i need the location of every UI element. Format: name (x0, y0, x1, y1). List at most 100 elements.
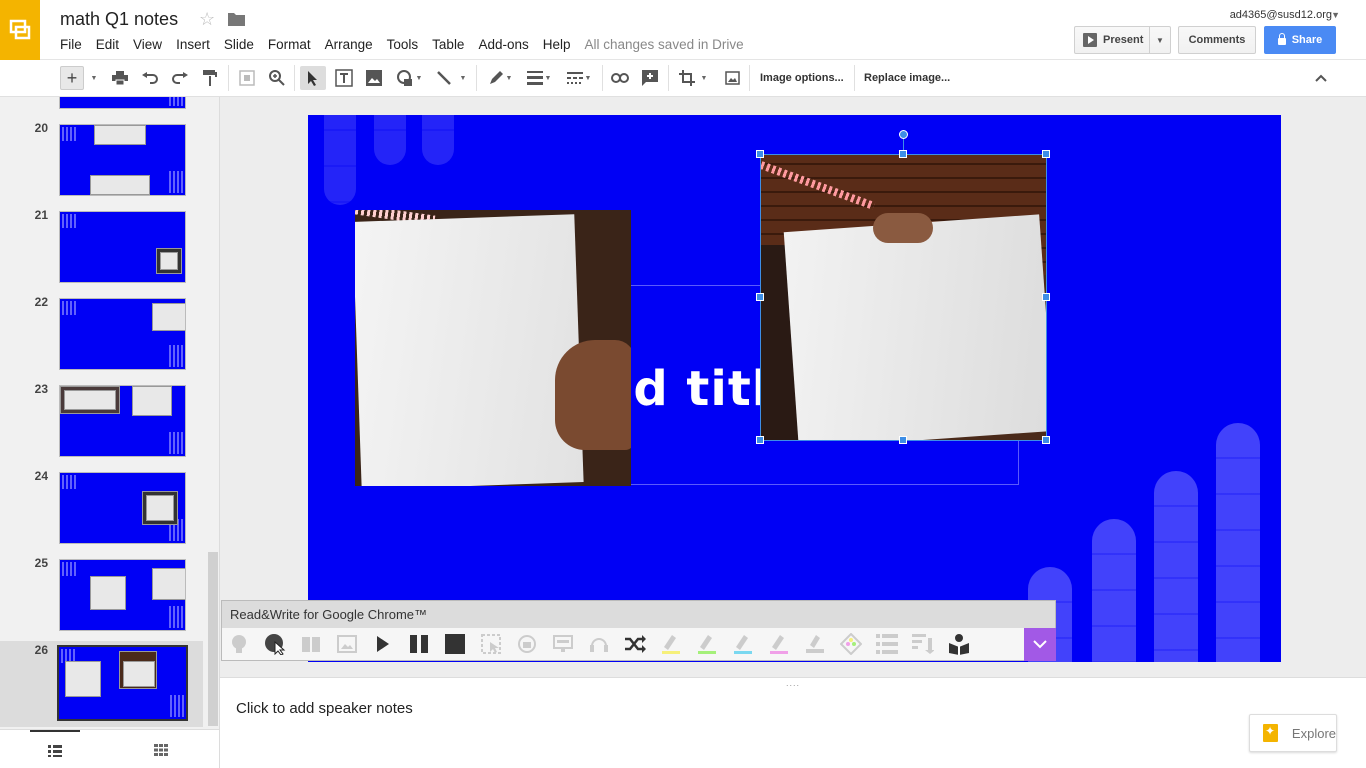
menu-table[interactable]: Table (432, 37, 464, 52)
grid-view-icon[interactable] (136, 730, 186, 768)
redo-icon[interactable] (168, 66, 192, 90)
readwrite-collapse-button[interactable] (1024, 628, 1056, 661)
menu-addons[interactable]: Add-ons (478, 37, 528, 52)
shape-icon[interactable]: ▼ (392, 66, 426, 90)
list-view-icon[interactable] (30, 730, 80, 768)
resize-handle-s[interactable] (899, 436, 907, 444)
share-label: Share (1291, 34, 1323, 46)
text-box-icon[interactable] (332, 66, 356, 90)
screen-mask-icon[interactable] (552, 633, 574, 655)
menu-insert[interactable]: Insert (176, 37, 210, 52)
highlight-pink-icon[interactable] (768, 633, 790, 655)
hover-speech-icon[interactable] (264, 633, 286, 655)
slide-thumbnail-23[interactable] (59, 385, 186, 457)
simplify-icon[interactable] (912, 633, 934, 655)
notes-resize-grip[interactable]: .... (786, 678, 800, 688)
account-caret-icon[interactable]: ▼ (1331, 10, 1340, 20)
replace-image-button[interactable]: Replace image... (864, 72, 950, 84)
star-icon[interactable]: ☆ (199, 9, 215, 30)
filmstrip-scrollbar[interactable] (208, 552, 218, 726)
slide-thumbnail-24[interactable] (59, 472, 186, 544)
new-slide-button[interactable]: + (60, 66, 84, 90)
menu-help[interactable]: Help (543, 37, 571, 52)
resize-handle-nw[interactable] (756, 150, 764, 158)
explore-button[interactable]: Explore (1249, 714, 1337, 752)
zoom-fit-icon[interactable] (235, 66, 259, 90)
slide-number: 20 (34, 121, 48, 135)
screenshot-reader-icon[interactable] (480, 633, 502, 655)
highlight-yellow-icon[interactable] (660, 633, 682, 655)
highlight-blue-icon[interactable] (732, 633, 754, 655)
crop-icon[interactable]: ▼ (674, 66, 712, 90)
menu-arrange[interactable]: Arrange (325, 37, 373, 52)
pause-icon[interactable] (408, 633, 430, 655)
collapse-toolbar-icon[interactable] (1310, 66, 1332, 90)
menu-view[interactable]: View (133, 37, 162, 52)
image-icon[interactable] (362, 66, 386, 90)
add-comment-icon[interactable] (638, 66, 662, 90)
app-header: math Q1 notes ☆ File Edit View Insert Sl… (0, 0, 1366, 60)
speaker-notes-panel: .... Click to add speaker notes (220, 677, 1366, 768)
zoom-icon[interactable] (265, 66, 289, 90)
resize-handle-w[interactable] (756, 293, 764, 301)
slide-thumbnail-21[interactable] (59, 211, 186, 283)
border-color-icon[interactable]: ▼ (484, 66, 516, 90)
rotate-handle[interactable] (899, 130, 908, 139)
lock-icon (1277, 32, 1286, 45)
clear-highlights-icon[interactable] (804, 633, 826, 655)
line-icon[interactable]: ▼ (432, 66, 470, 90)
resize-handle-n[interactable] (899, 150, 907, 158)
practice-reading-icon[interactable] (948, 633, 970, 655)
slide-thumbnail-26[interactable] (57, 645, 188, 721)
link-icon[interactable] (608, 66, 632, 90)
share-button[interactable]: Share (1264, 26, 1336, 54)
resize-handle-se[interactable] (1042, 436, 1050, 444)
resize-handle-e[interactable] (1042, 293, 1050, 301)
slide-thumbnail[interactable] (59, 97, 186, 109)
picture-dictionary-icon[interactable] (336, 633, 358, 655)
shuffle-icon[interactable] (624, 633, 646, 655)
resize-handle-ne[interactable] (1042, 150, 1050, 158)
print-icon[interactable] (108, 66, 132, 90)
highlight-green-icon[interactable] (696, 633, 718, 655)
border-dash-icon[interactable]: ▼ (562, 66, 596, 90)
slide-number: 24 (34, 469, 48, 483)
chevron-down-icon: ▼ (1156, 35, 1164, 45)
image-options-button[interactable]: Image options... (760, 72, 844, 84)
vocabulary-list-icon[interactable] (876, 633, 898, 655)
border-weight-icon[interactable]: ▼ (522, 66, 556, 90)
speaker-notes-field[interactable]: Click to add speaker notes (236, 700, 413, 717)
menu-format[interactable]: Format (268, 37, 311, 52)
folder-icon[interactable] (228, 12, 245, 31)
slide-thumbnail-22[interactable] (59, 298, 186, 370)
audio-maker-icon[interactable] (516, 633, 538, 655)
menu-edit[interactable]: Edit (96, 37, 119, 52)
resize-handle-sw[interactable] (756, 436, 764, 444)
slide-number: 23 (34, 382, 48, 396)
stop-icon[interactable] (444, 633, 466, 655)
collect-highlights-icon[interactable] (840, 633, 862, 655)
math-notes-photo-left[interactable] (355, 210, 631, 486)
save-status[interactable]: All changes saved in Drive (585, 37, 744, 52)
slide-thumbnail-20[interactable] (59, 124, 186, 196)
new-slide-layout-caret[interactable]: ▼ (86, 66, 100, 90)
slide-thumbnail-25[interactable] (59, 559, 186, 631)
document-title[interactable]: math Q1 notes (60, 9, 178, 30)
explore-icon (1263, 724, 1278, 742)
select-cursor-icon[interactable] (300, 66, 326, 90)
paint-format-icon[interactable] (198, 66, 222, 90)
play-icon[interactable] (372, 633, 394, 655)
prediction-icon[interactable] (228, 633, 250, 655)
undo-icon[interactable] (138, 66, 162, 90)
reset-image-icon[interactable] (720, 66, 744, 90)
account-email[interactable]: ad4365@susd12.org (1230, 9, 1332, 21)
dictionary-icon[interactable] (300, 633, 322, 655)
voice-note-icon[interactable] (588, 633, 610, 655)
slides-logo[interactable] (0, 0, 40, 60)
present-dropdown[interactable]: ▼ (1150, 26, 1171, 54)
present-button[interactable]: Present (1074, 26, 1150, 54)
menu-slide[interactable]: Slide (224, 37, 254, 52)
menu-tools[interactable]: Tools (387, 37, 419, 52)
menu-file[interactable]: File (60, 37, 82, 52)
comments-button[interactable]: Comments (1178, 26, 1256, 54)
